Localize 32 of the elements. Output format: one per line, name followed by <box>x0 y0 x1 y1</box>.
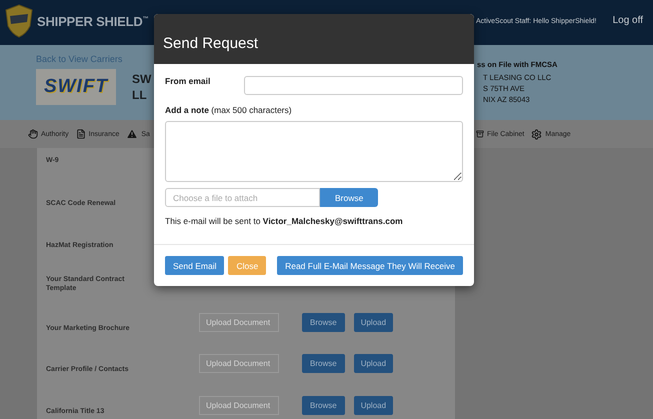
shield-logo-icon <box>5 4 33 38</box>
brand-name: SHIPPER SHIELD$^{™}$ <box>37 14 148 29</box>
dialog-button[interactable]: Send Email <box>165 256 224 275</box>
logout-link[interactable]: Log off <box>612 15 643 26</box>
dialog-button[interactable]: Close <box>228 256 266 275</box>
browse-button[interactable]: Browse <box>320 188 378 207</box>
document-icon <box>76 129 86 139</box>
upload-button[interactable]: Upload <box>354 312 394 332</box>
email-field[interactable] <box>244 76 463 95</box>
dialog-title: Send Request <box>163 34 258 52</box>
browse-button[interactable]: Browse <box>302 354 345 374</box>
recipient-note: This e-mail will be sent to Victor_Malchesky@swifttrans.com <box>165 216 404 226</box>
upload-field[interactable]: Upload Document <box>199 312 279 332</box>
upload-button[interactable]: Upload <box>354 396 394 415</box>
upload-button[interactable]: Upload <box>354 354 394 374</box>
gear-icon <box>531 128 542 140</box>
upload-field[interactable]: Upload Document <box>199 354 279 374</box>
browse-button[interactable]: Browse <box>302 312 345 332</box>
upload-field[interactable]: Upload Document <box>199 396 279 415</box>
file-field[interactable]: Choose a file to attach <box>165 188 320 207</box>
hand-icon <box>28 129 38 139</box>
warning-icon <box>126 128 138 140</box>
back-link[interactable]: Back to View Carriers <box>36 54 152 64</box>
field-label: From email <box>165 76 212 86</box>
browse-button[interactable]: Browse <box>302 396 345 415</box>
carrier-name: SW <box>132 71 152 87</box>
field-label: Add a note (max 500 characters) <box>165 105 293 115</box>
carrier-logo: SWIFT <box>36 69 116 105</box>
note-field[interactable] <box>165 121 463 182</box>
carrier-name: LL <box>132 87 148 103</box>
cabinet-icon <box>476 130 484 138</box>
dialog-button[interactable]: Read Full E-Mail Message They Will Receive <box>277 256 463 275</box>
